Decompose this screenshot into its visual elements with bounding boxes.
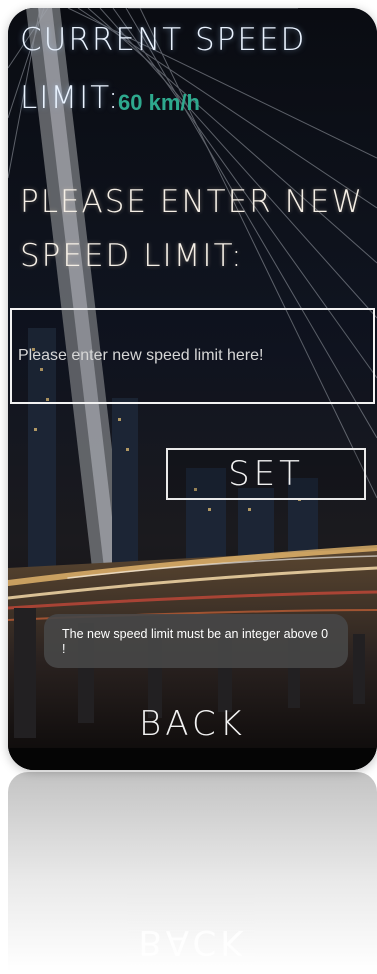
reflection-layer: BACK — [8, 772, 377, 972]
current-speed-value: 60 km/h — [118, 90, 200, 115]
reflected-back-label: BACK — [138, 922, 247, 962]
speed-limit-input-box — [10, 308, 375, 404]
prompt-line2: SPEED LIMIT: — [20, 238, 244, 274]
current-speed-label-line1: CURRENT SPEED — [20, 22, 307, 58]
back-button[interactable]: BACK — [8, 704, 377, 748]
screen-reflection: BACK — [8, 772, 377, 972]
validation-toast: The new speed limit must be an integer a… — [44, 614, 348, 668]
prompt-line1: PLEASE ENTER NEW — [20, 184, 364, 220]
current-speed-label-line2: LIMIT: — [20, 80, 121, 116]
speed-limit-form: CURRENT SPEED LIMIT: 60 km/h PLEASE ENTE… — [8, 8, 377, 770]
app-screen: CURRENT SPEED LIMIT: 60 km/h PLEASE ENTE… — [8, 8, 377, 770]
speed-limit-input[interactable] — [16, 340, 370, 372]
set-button[interactable]: SET — [166, 448, 366, 500]
